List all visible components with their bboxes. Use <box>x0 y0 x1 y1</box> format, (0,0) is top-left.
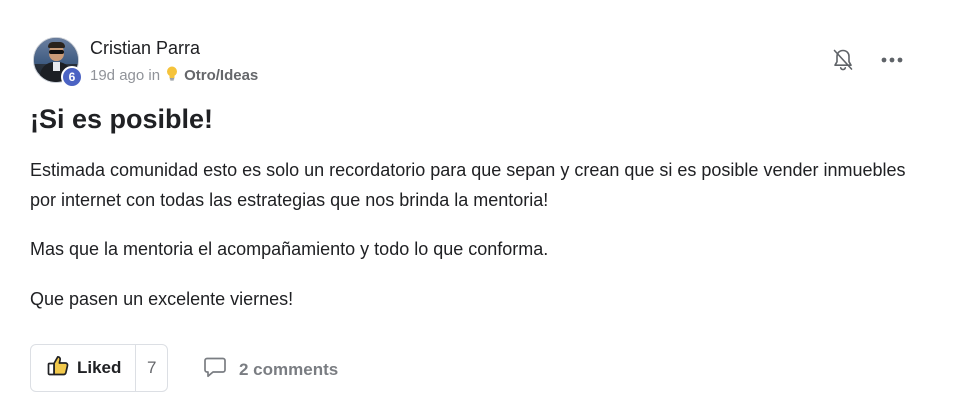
thumbs-up-icon <box>47 355 69 381</box>
post-title: ¡Si es posible! <box>30 104 214 134</box>
post-paragraph: Estimada comunidad esto es solo un recor… <box>30 160 906 210</box>
lightbulb-icon <box>166 66 178 84</box>
post-category-link[interactable]: Otro/Ideas <box>184 67 258 84</box>
post-paragraph: Mas que la mentoria el acompañamiento y … <box>30 239 549 259</box>
comments-button[interactable]: 2 comments <box>203 356 338 383</box>
comment-icon <box>203 356 227 383</box>
bell-off-icon[interactable] <box>830 47 856 73</box>
post-time: 19d ago in <box>90 66 161 84</box>
comments-label: 2 comments <box>239 359 339 379</box>
post-meta: 19d ago in Otro/Ideas <box>90 66 258 84</box>
post-card: 6 Cristian Parra 19d ago in Otro/Ideas ¡ <box>0 0 956 402</box>
like-label: Liked <box>77 358 122 377</box>
like-control: Liked 7 <box>30 344 168 392</box>
like-button[interactable]: Liked <box>31 345 137 391</box>
post-paragraph: Que pasen un excelente viernes! <box>30 289 294 309</box>
like-count[interactable]: 7 <box>136 358 167 378</box>
author-name[interactable]: Cristian Parra <box>90 38 200 59</box>
level-badge: 6 <box>61 66 83 88</box>
more-horizontal-icon[interactable] <box>879 47 905 73</box>
author-avatar-container[interactable]: 6 <box>33 37 83 88</box>
